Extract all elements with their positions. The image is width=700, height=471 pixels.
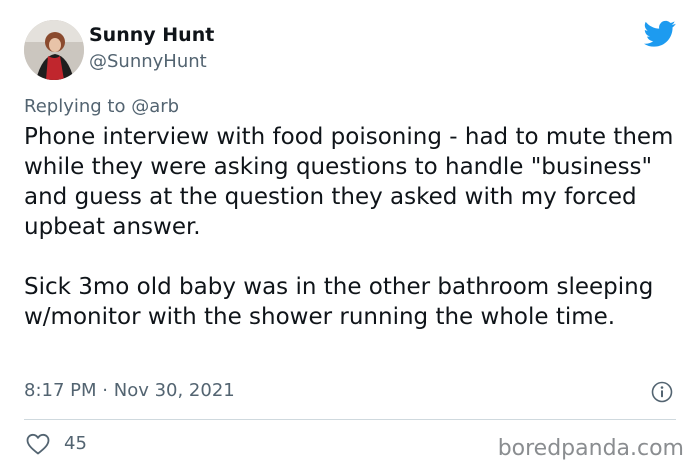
watermark: boredpanda.com bbox=[497, 436, 684, 461]
info-icon[interactable] bbox=[651, 381, 673, 403]
reply-to-link[interactable]: @arb bbox=[131, 96, 179, 117]
meta-separator: · bbox=[102, 380, 108, 401]
twitter-bird-icon[interactable] bbox=[644, 20, 676, 48]
tweet-date: Nov 30, 2021 bbox=[113, 380, 235, 401]
avatar[interactable] bbox=[24, 20, 84, 80]
tweet-timestamp[interactable]: 8:17 PM · Nov 30, 2021 bbox=[24, 380, 235, 401]
divider bbox=[24, 419, 676, 420]
author-handle[interactable]: @SunnyHunt bbox=[89, 51, 207, 72]
tweet-time: 8:17 PM bbox=[24, 380, 97, 401]
reply-prefix: Replying to bbox=[24, 96, 126, 117]
like-count: 45 bbox=[64, 433, 87, 454]
avatar-photo bbox=[24, 20, 84, 80]
author-name[interactable]: Sunny Hunt bbox=[89, 24, 214, 46]
reply-context: Replying to @arb bbox=[24, 96, 179, 117]
tweet-text: Phone interview with food poisoning - ha… bbox=[24, 124, 674, 330]
heart-icon[interactable] bbox=[26, 433, 50, 455]
